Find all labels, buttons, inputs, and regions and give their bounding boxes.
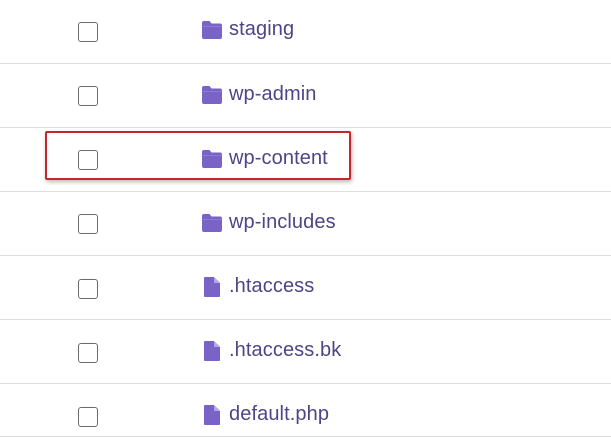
file-entry[interactable]: .htaccess.bk [201, 339, 341, 362]
file-row-wp-content[interactable]: wp-content [0, 128, 611, 192]
file-entry[interactable]: wp-admin [201, 83, 317, 106]
file-icon [201, 276, 223, 298]
file-icon [201, 340, 223, 362]
folder-icon [201, 84, 223, 106]
file-name: .htaccess.bk [229, 339, 342, 361]
file-name: wp-includes [229, 211, 336, 233]
file-entry[interactable]: staging [201, 18, 294, 41]
row-checkbox[interactable] [78, 86, 98, 106]
file-row-wp-admin[interactable]: wp-admin [0, 64, 611, 128]
file-row-htaccess-bk[interactable]: .htaccess.bk [0, 320, 611, 384]
file-row-default-php[interactable]: default.php [0, 384, 611, 437]
file-icon [201, 404, 223, 426]
file-row-wp-includes[interactable]: wp-includes [0, 192, 611, 256]
file-name: .htaccess [229, 275, 315, 297]
file-entry[interactable]: default.php [201, 403, 329, 426]
file-entry[interactable]: wp-content [201, 147, 328, 170]
file-name: wp-content [229, 147, 328, 169]
row-checkbox[interactable] [78, 214, 98, 234]
row-checkbox[interactable] [78, 343, 98, 363]
file-entry[interactable]: .htaccess [201, 275, 314, 298]
row-checkbox[interactable] [78, 407, 98, 427]
file-name: default.php [229, 403, 330, 425]
file-row-htaccess[interactable]: .htaccess [0, 256, 611, 320]
file-row-staging[interactable]: staging [0, 0, 611, 64]
row-checkbox[interactable] [78, 279, 98, 299]
row-checkbox[interactable] [78, 150, 98, 170]
file-entry[interactable]: wp-includes [201, 211, 336, 234]
folder-icon [201, 19, 223, 41]
file-list: staging wp-admin wp-content wp-includes [0, 0, 611, 437]
file-name: staging [229, 18, 295, 40]
file-name: wp-admin [229, 83, 317, 105]
row-checkbox[interactable] [78, 22, 98, 42]
folder-icon [201, 212, 223, 234]
folder-icon [201, 148, 223, 170]
